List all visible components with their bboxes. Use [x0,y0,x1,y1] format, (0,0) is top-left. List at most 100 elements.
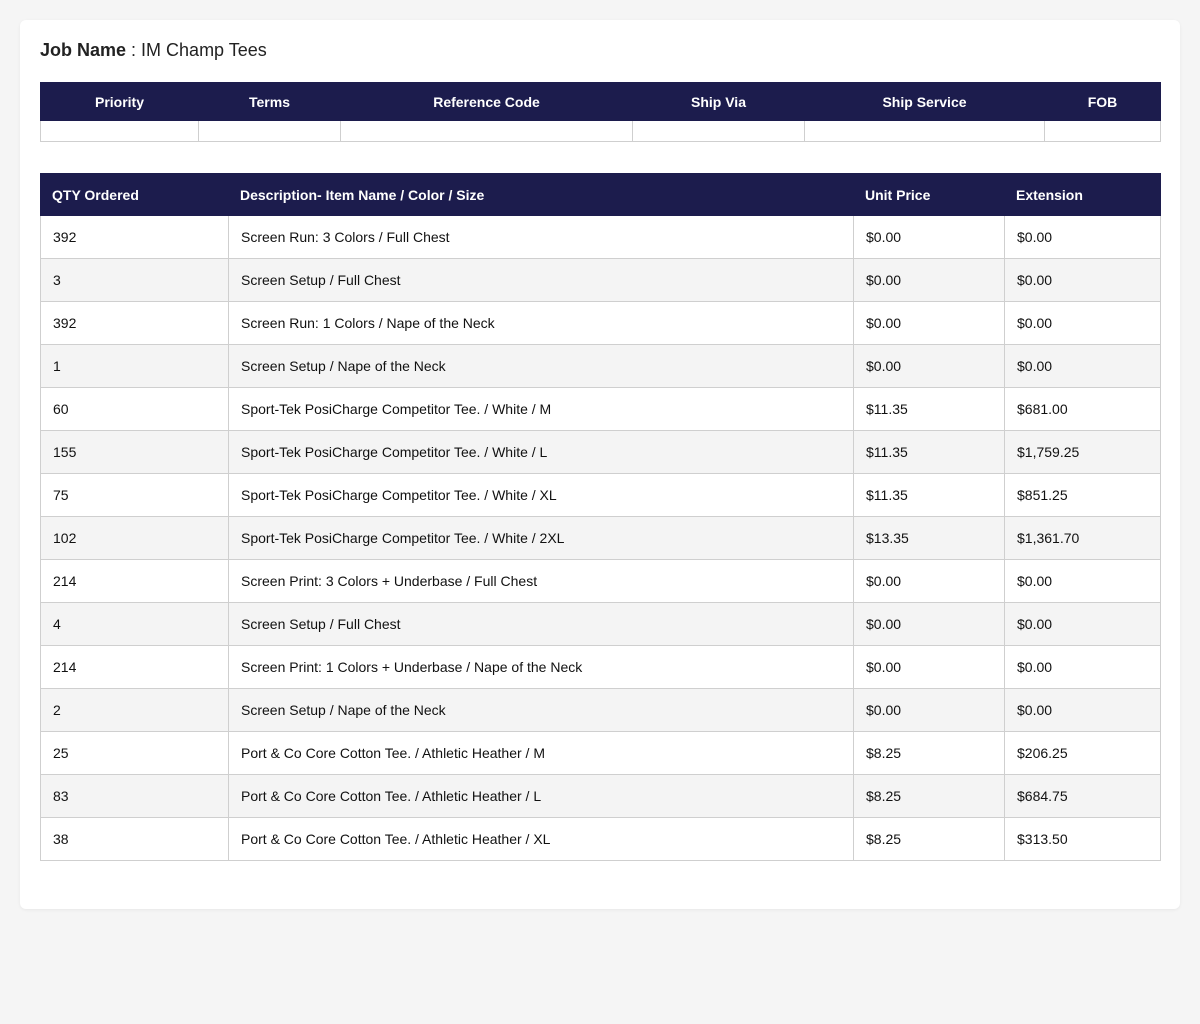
table-row: 102 Sport-Tek PosiCharge Competitor Tee. … [40,516,1161,560]
description-cell: Screen Setup / Nape of the Neck [228,344,854,388]
order-card: Job Name : IM Champ Tees Priority Terms … [20,20,1180,909]
unit-price-cell: $0.00 [853,645,1005,689]
qty-cell: 102 [40,516,229,560]
meta-header-row: Priority Terms Reference Code Ship Via S… [40,82,1161,121]
extension-cell: $0.00 [1004,215,1161,259]
description-cell: Port & Co Core Cotton Tee. / Athletic He… [228,731,854,775]
meta-value-row [40,120,1161,142]
items-body: 392 Screen Run: 3 Colors / Full Chest $0.0… [40,215,1161,861]
table-row: 25 Port & Co Core Cotton Tee. / Athletic … [40,731,1161,775]
unit-price-cell: $8.25 [853,774,1005,818]
description-cell: Sport-Tek PosiCharge Competitor Tee. / W… [228,516,854,560]
table-row: 392 Screen Run: 1 Colors / Nape of the Ne… [40,301,1161,345]
description-cell: Screen Setup / Full Chest [228,258,854,302]
qty-cell: 214 [40,559,229,603]
qty-cell: 83 [40,774,229,818]
shipping-meta-table: Priority Terms Reference Code Ship Via S… [40,82,1161,142]
extension-cell: $1,759.25 [1004,430,1161,474]
qty-cell: 60 [40,387,229,431]
description-cell: Screen Setup / Full Chest [228,602,854,646]
unit-price-cell: $0.00 [853,602,1005,646]
unit-price-cell: $11.35 [853,430,1005,474]
extension-cell: $0.00 [1004,645,1161,689]
qty-cell: 214 [40,645,229,689]
meta-value-fob [1044,120,1161,142]
extension-cell: $206.25 [1004,731,1161,775]
table-row: 83 Port & Co Core Cotton Tee. / Athletic … [40,774,1161,818]
extension-cell: $681.00 [1004,387,1161,431]
unit-price-cell: $0.00 [853,301,1005,345]
table-row: 60 Sport-Tek PosiCharge Competitor Tee. /… [40,387,1161,431]
meta-value-reference-code [340,120,633,142]
qty-cell: 3 [40,258,229,302]
extension-cell: $0.00 [1004,688,1161,732]
header-qty-ordered: QTY Ordered [40,173,229,216]
qty-cell: 25 [40,731,229,775]
unit-price-cell: $8.25 [853,731,1005,775]
unit-price-cell: $13.35 [853,516,1005,560]
meta-header-terms: Terms [198,82,341,121]
description-cell: Screen Setup / Nape of the Neck [228,688,854,732]
qty-cell: 392 [40,215,229,259]
job-name-value: IM Champ Tees [141,40,267,60]
header-unit-price: Unit Price [853,173,1005,216]
qty-cell: 392 [40,301,229,345]
extension-cell: $1,361.70 [1004,516,1161,560]
meta-header-priority: Priority [40,82,199,121]
meta-header-ship-via: Ship Via [632,82,805,121]
unit-price-cell: $0.00 [853,559,1005,603]
description-cell: Screen Print: 3 Colors + Underbase / Ful… [228,559,854,603]
table-row: 214 Screen Print: 1 Colors + Underbase / … [40,645,1161,689]
description-cell: Port & Co Core Cotton Tee. / Athletic He… [228,817,854,861]
unit-price-cell: $0.00 [853,215,1005,259]
job-name-line: Job Name : IM Champ Tees [40,41,1160,59]
extension-cell: $0.00 [1004,559,1161,603]
description-cell: Screen Run: 3 Colors / Full Chest [228,215,854,259]
unit-price-cell: $0.00 [853,258,1005,302]
extension-cell: $0.00 [1004,258,1161,302]
meta-header-reference-code: Reference Code [340,82,633,121]
meta-value-terms [198,120,341,142]
qty-cell: 2 [40,688,229,732]
qty-cell: 75 [40,473,229,517]
description-cell: Sport-Tek PosiCharge Competitor Tee. / W… [228,473,854,517]
unit-price-cell: $11.35 [853,473,1005,517]
extension-cell: $851.25 [1004,473,1161,517]
meta-header-fob: FOB [1044,82,1161,121]
meta-value-priority [40,120,199,142]
table-row: 392 Screen Run: 3 Colors / Full Chest $0.0… [40,215,1161,259]
meta-value-ship-service [804,120,1045,142]
qty-cell: 1 [40,344,229,388]
job-name-separator: : [126,40,142,60]
table-row: 214 Screen Print: 3 Colors + Underbase / … [40,559,1161,603]
qty-cell: 155 [40,430,229,474]
description-cell: Screen Print: 1 Colors + Underbase / Nap… [228,645,854,689]
unit-price-cell: $0.00 [853,688,1005,732]
extension-cell: $684.75 [1004,774,1161,818]
extension-cell: $0.00 [1004,344,1161,388]
table-row: 75 Sport-Tek PosiCharge Competitor Tee. /… [40,473,1161,517]
extension-cell: $0.00 [1004,301,1161,345]
table-row: 3 Screen Setup / Full Chest $0.00 $0.00 [40,258,1161,302]
description-cell: Sport-Tek PosiCharge Competitor Tee. / W… [228,430,854,474]
unit-price-cell: $8.25 [853,817,1005,861]
line-items-table: QTY Ordered Description- Item Name / Col… [40,173,1161,861]
table-row: 1 Screen Setup / Nape of the Neck $0.00 $0.… [40,344,1161,388]
description-cell: Port & Co Core Cotton Tee. / Athletic He… [228,774,854,818]
table-row: 38 Port & Co Core Cotton Tee. / Athletic … [40,817,1161,861]
unit-price-cell: $11.35 [853,387,1005,431]
description-cell: Screen Run: 1 Colors / Nape of the Neck [228,301,854,345]
table-row: 155 Sport-Tek PosiCharge Competitor Tee. … [40,430,1161,474]
header-description: Description- Item Name / Color / Size [228,173,854,216]
description-cell: Sport-Tek PosiCharge Competitor Tee. / W… [228,387,854,431]
extension-cell: $0.00 [1004,602,1161,646]
table-row: 2 Screen Setup / Nape of the Neck $0.00 $0.… [40,688,1161,732]
unit-price-cell: $0.00 [853,344,1005,388]
qty-cell: 4 [40,602,229,646]
header-extension: Extension [1004,173,1161,216]
meta-value-ship-via [632,120,805,142]
table-row: 4 Screen Setup / Full Chest $0.00 $0.00 [40,602,1161,646]
extension-cell: $313.50 [1004,817,1161,861]
qty-cell: 38 [40,817,229,861]
job-name-label: Job Name [40,40,127,60]
